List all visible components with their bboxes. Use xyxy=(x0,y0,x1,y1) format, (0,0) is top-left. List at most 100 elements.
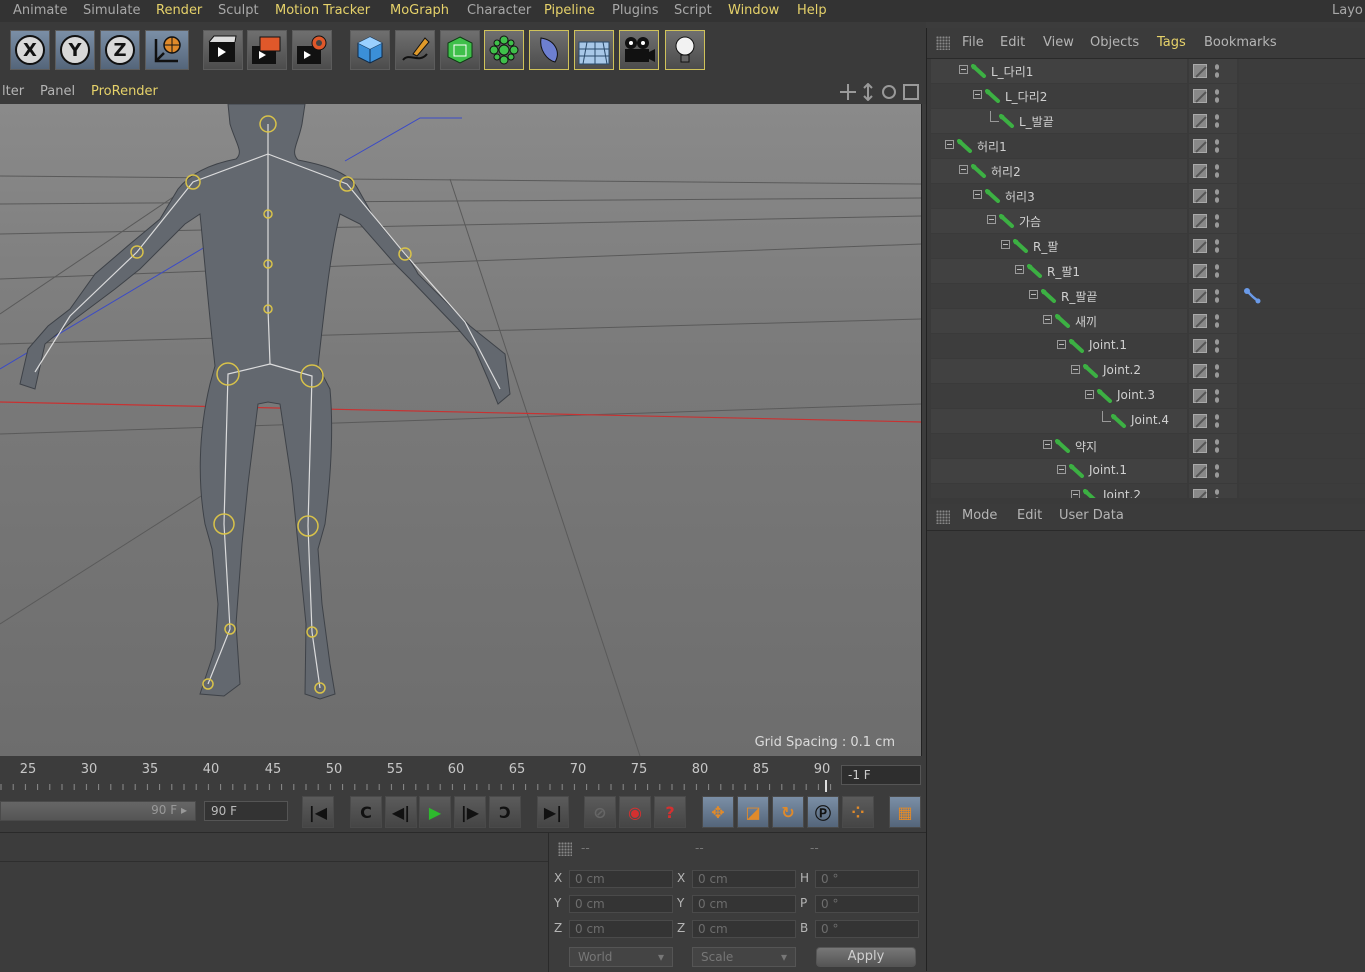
object-tree-row[interactable]: 약지 xyxy=(931,434,1365,459)
om-menu-edit[interactable]: Edit xyxy=(1000,35,1025,50)
enable-toggle-icon[interactable] xyxy=(1193,439,1207,453)
enable-toggle-icon[interactable] xyxy=(1193,364,1207,378)
pos-z-field[interactable]: 0 cm xyxy=(569,920,673,938)
object-tree-row[interactable]: L_발끝 xyxy=(931,109,1365,134)
enable-toggle-icon[interactable] xyxy=(1193,489,1207,498)
object-tags-cell[interactable] xyxy=(1239,434,1365,458)
rot-h-field[interactable]: 0 ° xyxy=(815,870,919,888)
enable-toggle-icon[interactable] xyxy=(1193,114,1207,128)
enable-toggle-icon[interactable] xyxy=(1193,264,1207,278)
object-tree-row[interactable]: 허리3 xyxy=(931,184,1365,209)
enable-toggle-icon[interactable] xyxy=(1193,189,1207,203)
collapse-toggle-icon[interactable] xyxy=(973,190,982,199)
object-tags-cell[interactable] xyxy=(1239,59,1365,83)
menu-sculpt[interactable]: Sculpt xyxy=(218,3,259,18)
enable-toggle-icon[interactable] xyxy=(1193,339,1207,353)
object-tags-cell[interactable] xyxy=(1239,184,1365,208)
visibility-dots-icon[interactable] xyxy=(1214,163,1220,179)
object-tags-cell[interactable] xyxy=(1239,459,1365,483)
3d-viewport[interactable]: Grid Spacing : 0.1 cm xyxy=(0,104,922,756)
om-menu-file[interactable]: File xyxy=(962,35,984,50)
collapse-toggle-icon[interactable] xyxy=(945,140,954,149)
enable-toggle-icon[interactable] xyxy=(1193,464,1207,478)
collapse-toggle-icon[interactable] xyxy=(1015,265,1024,274)
world-coordinate-button[interactable] xyxy=(145,30,189,70)
object-tree-row[interactable]: R_팔1 xyxy=(931,259,1365,284)
visibility-dots-icon[interactable] xyxy=(1214,488,1220,498)
next-frame-button[interactable]: |▶ xyxy=(454,796,486,828)
rot-p-field[interactable]: 0 ° xyxy=(815,895,919,913)
size-z-field[interactable]: 0 cm xyxy=(692,920,796,938)
end-frame-field[interactable]: 90 F xyxy=(204,801,288,821)
keyframe-selection-button[interactable]: ? xyxy=(654,796,686,828)
pos-y-field[interactable]: 0 cm xyxy=(569,895,673,913)
cube-button[interactable] xyxy=(350,30,390,70)
am-menu-user-data[interactable]: User Data xyxy=(1059,508,1124,523)
frame-range-slider[interactable]: 90 F ▸ xyxy=(0,801,196,821)
ik-tag-icon[interactable] xyxy=(1243,287,1261,305)
menu-simulate[interactable]: Simulate xyxy=(83,3,140,18)
timeline-ruler[interactable]: 25 30 35 40 45 50 55 60 65 70 75 80 85 9… xyxy=(0,756,926,796)
collapse-toggle-icon[interactable] xyxy=(1057,465,1066,474)
collapse-toggle-icon[interactable] xyxy=(973,90,982,99)
viewport-menu-prorender[interactable]: ProRender xyxy=(91,84,158,99)
visibility-dots-icon[interactable] xyxy=(1214,288,1220,304)
object-name-cell[interactable] xyxy=(931,109,1187,133)
visibility-dots-icon[interactable] xyxy=(1214,438,1220,454)
object-tree-row[interactable]: Joint.2 xyxy=(931,359,1365,384)
object-tags-cell[interactable] xyxy=(1239,259,1365,283)
object-name-cell[interactable] xyxy=(931,184,1187,208)
object-name-cell[interactable] xyxy=(931,59,1187,83)
collapse-toggle-icon[interactable] xyxy=(1071,490,1080,498)
object-tree-row[interactable]: R_팔 xyxy=(931,234,1365,259)
am-menu-edit[interactable]: Edit xyxy=(1017,508,1042,523)
object-tree-row[interactable]: Joint.1 xyxy=(931,334,1365,359)
object-tree-row[interactable]: 허리2 xyxy=(931,159,1365,184)
panel-grip-icon[interactable] xyxy=(936,36,950,50)
om-menu-view[interactable]: View xyxy=(1043,35,1074,50)
render-settings-button[interactable] xyxy=(292,30,332,70)
object-tags-cell[interactable] xyxy=(1239,109,1365,133)
timeline-window-button[interactable]: ▦ xyxy=(889,796,921,828)
visibility-dots-icon[interactable] xyxy=(1214,238,1220,254)
enable-toggle-icon[interactable] xyxy=(1193,64,1207,78)
object-tags-cell[interactable] xyxy=(1239,359,1365,383)
enable-toggle-icon[interactable] xyxy=(1193,139,1207,153)
panel-grip-icon[interactable] xyxy=(558,842,572,856)
object-tree-row[interactable]: Joint.1 xyxy=(931,459,1365,484)
visibility-dots-icon[interactable] xyxy=(1214,88,1220,104)
object-name-cell[interactable] xyxy=(931,484,1187,498)
enable-toggle-icon[interactable] xyxy=(1193,164,1207,178)
enable-toggle-icon[interactable] xyxy=(1193,314,1207,328)
visibility-dots-icon[interactable] xyxy=(1214,413,1220,429)
object-tags-cell[interactable] xyxy=(1239,484,1365,498)
collapse-toggle-icon[interactable] xyxy=(1071,365,1080,374)
collapse-toggle-icon[interactable] xyxy=(1043,440,1052,449)
size-y-field[interactable]: 0 cm xyxy=(692,895,796,913)
previous-key-button[interactable]: C xyxy=(350,796,382,828)
enable-toggle-icon[interactable] xyxy=(1193,289,1207,303)
object-tree-row[interactable]: L_다리2 xyxy=(931,84,1365,109)
object-name-cell[interactable] xyxy=(931,359,1187,383)
pla-key-button[interactable]: ⁘ xyxy=(842,796,874,828)
object-name-cell[interactable] xyxy=(931,284,1187,308)
object-tree-row[interactable]: 새끼 xyxy=(931,309,1365,334)
object-tree-row[interactable]: Joint.2 xyxy=(931,484,1365,498)
apply-button[interactable]: Apply xyxy=(816,947,916,967)
object-tags-cell[interactable] xyxy=(1239,209,1365,233)
menu-render[interactable]: Render xyxy=(156,3,202,18)
menu-pipeline[interactable]: Pipeline xyxy=(544,3,595,18)
menu-motion-tracker[interactable]: Motion Tracker xyxy=(275,3,370,18)
object-tree-row[interactable]: 허리1 xyxy=(931,134,1365,159)
collapse-toggle-icon[interactable] xyxy=(987,215,996,224)
menu-mograph[interactable]: MoGraph xyxy=(390,3,449,18)
autokey-button[interactable]: ◉ xyxy=(619,796,651,828)
pos-x-field[interactable]: 0 cm xyxy=(569,870,673,888)
pen-spline-button[interactable] xyxy=(395,30,435,70)
collapse-toggle-icon[interactable] xyxy=(1057,340,1066,349)
object-tags-cell[interactable] xyxy=(1239,409,1365,433)
object-tags-cell[interactable] xyxy=(1239,384,1365,408)
visibility-dots-icon[interactable] xyxy=(1214,63,1220,79)
visibility-dots-icon[interactable] xyxy=(1214,188,1220,204)
layout-label[interactable]: Layo xyxy=(1332,3,1363,18)
